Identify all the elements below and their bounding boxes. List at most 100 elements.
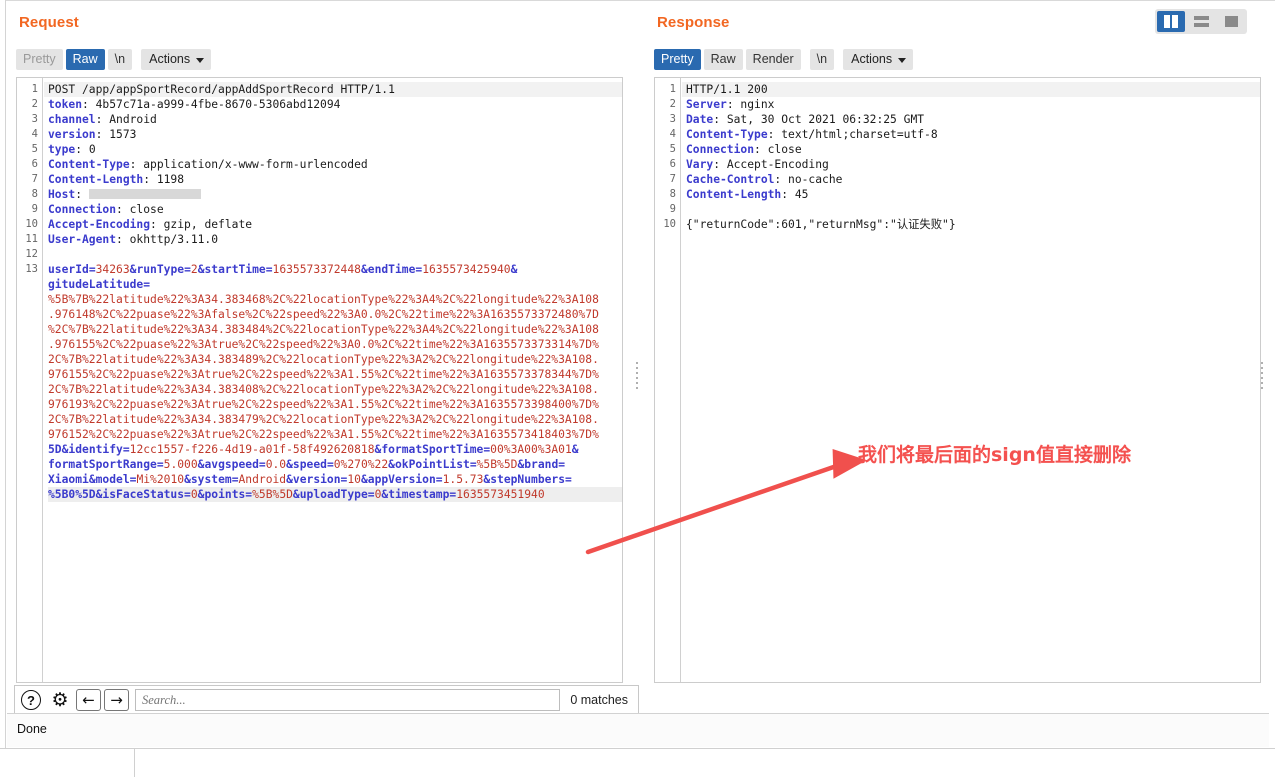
- line-number: 6: [669, 158, 676, 170]
- line-number: 5: [31, 143, 38, 155]
- code-line: .976148%2C%22puase%22%3Afalse%2C%22speed…: [48, 308, 599, 321]
- line-number: 1: [31, 83, 38, 95]
- code-line: Content-Type: application/x-www-form-url…: [48, 158, 368, 171]
- request-search-bar: ? ⚙ ← → 0 matches: [14, 685, 639, 715]
- line-number: 8: [31, 188, 38, 200]
- code-line: 2C%7B%22latitude%22%3A34.383489%2C%22loc…: [48, 353, 599, 366]
- code-line: 5D&identify=12cc1557-f226-4d19-a01f-58f4…: [48, 443, 579, 456]
- response-actions-button[interactable]: Actions: [843, 49, 914, 70]
- code-line: version: 1573: [48, 128, 137, 141]
- code-line: Vary: Accept-Encoding: [686, 158, 829, 171]
- line-number: 4: [31, 128, 38, 140]
- layout-split-vertical-button[interactable]: [1157, 11, 1185, 32]
- code-line: POST /app/appSportRecord/appAddSportReco…: [44, 82, 622, 97]
- pane-divider-grip[interactable]: [633, 360, 641, 390]
- request-code-area[interactable]: POST /app/appSportRecord/appAddSportReco…: [44, 78, 622, 682]
- response-line-number-gutter: 1 2 3 4 5 6 7 8 9 10: [655, 78, 681, 682]
- code-line: %5B%7B%22latitude%22%3A34.383468%2C%22lo…: [48, 293, 599, 306]
- request-editor[interactable]: 1 2 3 4 5 6 7 8 9 10 11 12 13 POST /app/appSportReco…: [16, 77, 623, 683]
- help-icon[interactable]: ?: [18, 687, 44, 713]
- code-line: 2C%7B%22latitude%22%3A34.383479%2C%22loc…: [48, 413, 599, 426]
- code-line: Content-Length: 1198: [48, 173, 185, 186]
- layout-button-group: [1155, 9, 1247, 34]
- single-pane-icon: [1224, 16, 1238, 27]
- layout-single-pane-button[interactable]: [1217, 11, 1245, 32]
- line-number: 9: [669, 203, 676, 215]
- code-line: Connection: close: [48, 203, 164, 216]
- line-number: 3: [31, 113, 38, 125]
- window-bottom-strip: [0, 748, 1275, 777]
- code-line: Xiaomi&model=Mi%2010&system=Android&vers…: [48, 473, 572, 486]
- line-number: 12: [25, 248, 38, 260]
- code-line: Cache-Control: no-cache: [686, 173, 843, 186]
- request-line-number-gutter: 1 2 3 4 5 6 7 8 9 10 11 12 13: [17, 78, 43, 682]
- window-left-rail: [0, 0, 6, 748]
- line-number: 4: [669, 128, 676, 140]
- line-number: 10: [663, 218, 676, 230]
- search-prev-button[interactable]: ←: [76, 689, 101, 711]
- code-line: 976152%2C%22puase%22%3Atrue%2C%22speed%2…: [48, 428, 599, 441]
- request-tabstrip: Pretty Raw \n Actions: [16, 49, 212, 70]
- request-actions-button[interactable]: Actions: [141, 49, 212, 70]
- line-number: 8: [669, 188, 676, 200]
- gear-icon[interactable]: ⚙: [47, 687, 73, 713]
- response-pane-divider-grip[interactable]: [1258, 360, 1266, 390]
- split-horizontal-icon: [1193, 16, 1209, 27]
- code-line: Content-Length: 45: [686, 188, 809, 201]
- code-line: %5B0%5D&isFaceStatus=0&points=%5B%5D&upl…: [48, 487, 622, 502]
- code-line: type: 0: [48, 143, 96, 156]
- code-line: 976193%2C%22puase%22%3Atrue%2C%22speed%2…: [48, 398, 599, 411]
- response-tabstrip: Pretty Raw Render \n Actions: [654, 49, 914, 70]
- line-number: 6: [31, 158, 38, 170]
- chevron-down-icon: [196, 58, 205, 63]
- request-tab-raw[interactable]: Raw: [65, 49, 105, 70]
- chevron-down-icon: [898, 58, 907, 63]
- code-line: gitudeLatitude=: [48, 278, 151, 291]
- response-editor[interactable]: 1 2 3 4 5 6 7 8 9 10 HTTP/1.1 200 Server: nginx Dat…: [654, 77, 1261, 683]
- code-line: Connection: close: [686, 143, 802, 156]
- line-number: 3: [669, 113, 676, 125]
- response-tab-render[interactable]: Render: [745, 49, 801, 70]
- request-tab-pretty[interactable]: Pretty: [16, 49, 63, 70]
- code-line: 2C%7B%22latitude%22%3A34.383408%2C%22loc…: [48, 383, 599, 396]
- split-vertical-icon: [1164, 15, 1178, 28]
- code-line: .976155%2C%22puase%22%3Atrue%2C%22speed%…: [48, 338, 599, 351]
- response-tab-newline[interactable]: \n: [809, 49, 835, 70]
- line-number: 7: [669, 173, 676, 185]
- response-code-area[interactable]: HTTP/1.1 200 Server: nginx Date: Sat, 30 O…: [682, 78, 1260, 682]
- code-line: formatSportRange=5.000&avgspeed=0.0&spee…: [48, 458, 566, 471]
- line-number: 9: [31, 203, 38, 215]
- code-line: Content-Type: text/html;charset=utf-8: [686, 128, 938, 141]
- code-line: Server: nginx: [686, 98, 775, 111]
- window-bottom-strip-cell: [0, 749, 135, 777]
- request-actions-label: Actions: [149, 52, 191, 66]
- line-number: 1: [669, 83, 676, 95]
- annotation-label: 我们将最后面的sign值直接删除: [858, 444, 1131, 466]
- redacted-value: [88, 189, 201, 199]
- line-number: 2: [669, 98, 676, 110]
- status-message: Done: [17, 722, 47, 736]
- search-next-button[interactable]: →: [104, 689, 129, 711]
- response-pane: Response Pretty Raw Render \n Actions 1 …: [645, 1, 1269, 736]
- request-search-input[interactable]: [135, 689, 561, 711]
- status-bar: Done: [7, 713, 1269, 747]
- code-line: HTTP/1.1 200: [682, 82, 1260, 97]
- code-line: Accept-Encoding: gzip, deflate: [48, 218, 253, 231]
- code-line: Date: Sat, 30 Oct 2021 06:32:25 GMT: [686, 113, 925, 126]
- burp-repeater-window: Request Pretty Raw \n Actions 1234567891…: [0, 0, 1275, 777]
- line-number: 11: [25, 233, 38, 245]
- layout-split-horizontal-button[interactable]: [1187, 11, 1215, 32]
- code-line: User-Agent: okhttp/3.11.0: [48, 233, 219, 246]
- request-pane-title: Request: [19, 14, 79, 31]
- request-match-count: 0 matches: [570, 693, 628, 707]
- response-pane-title: Response: [657, 14, 730, 31]
- response-tab-pretty[interactable]: Pretty: [654, 49, 701, 70]
- code-line: token: 4b57c71a-a999-4fbe-8670-5306abd12…: [48, 98, 341, 111]
- response-tab-raw[interactable]: Raw: [703, 49, 743, 70]
- request-tab-newline[interactable]: \n: [107, 49, 133, 70]
- code-line: userId=34263&runType=2&startTime=1635573…: [48, 263, 518, 276]
- line-number: 10: [25, 218, 38, 230]
- code-line: Host:: [48, 187, 622, 202]
